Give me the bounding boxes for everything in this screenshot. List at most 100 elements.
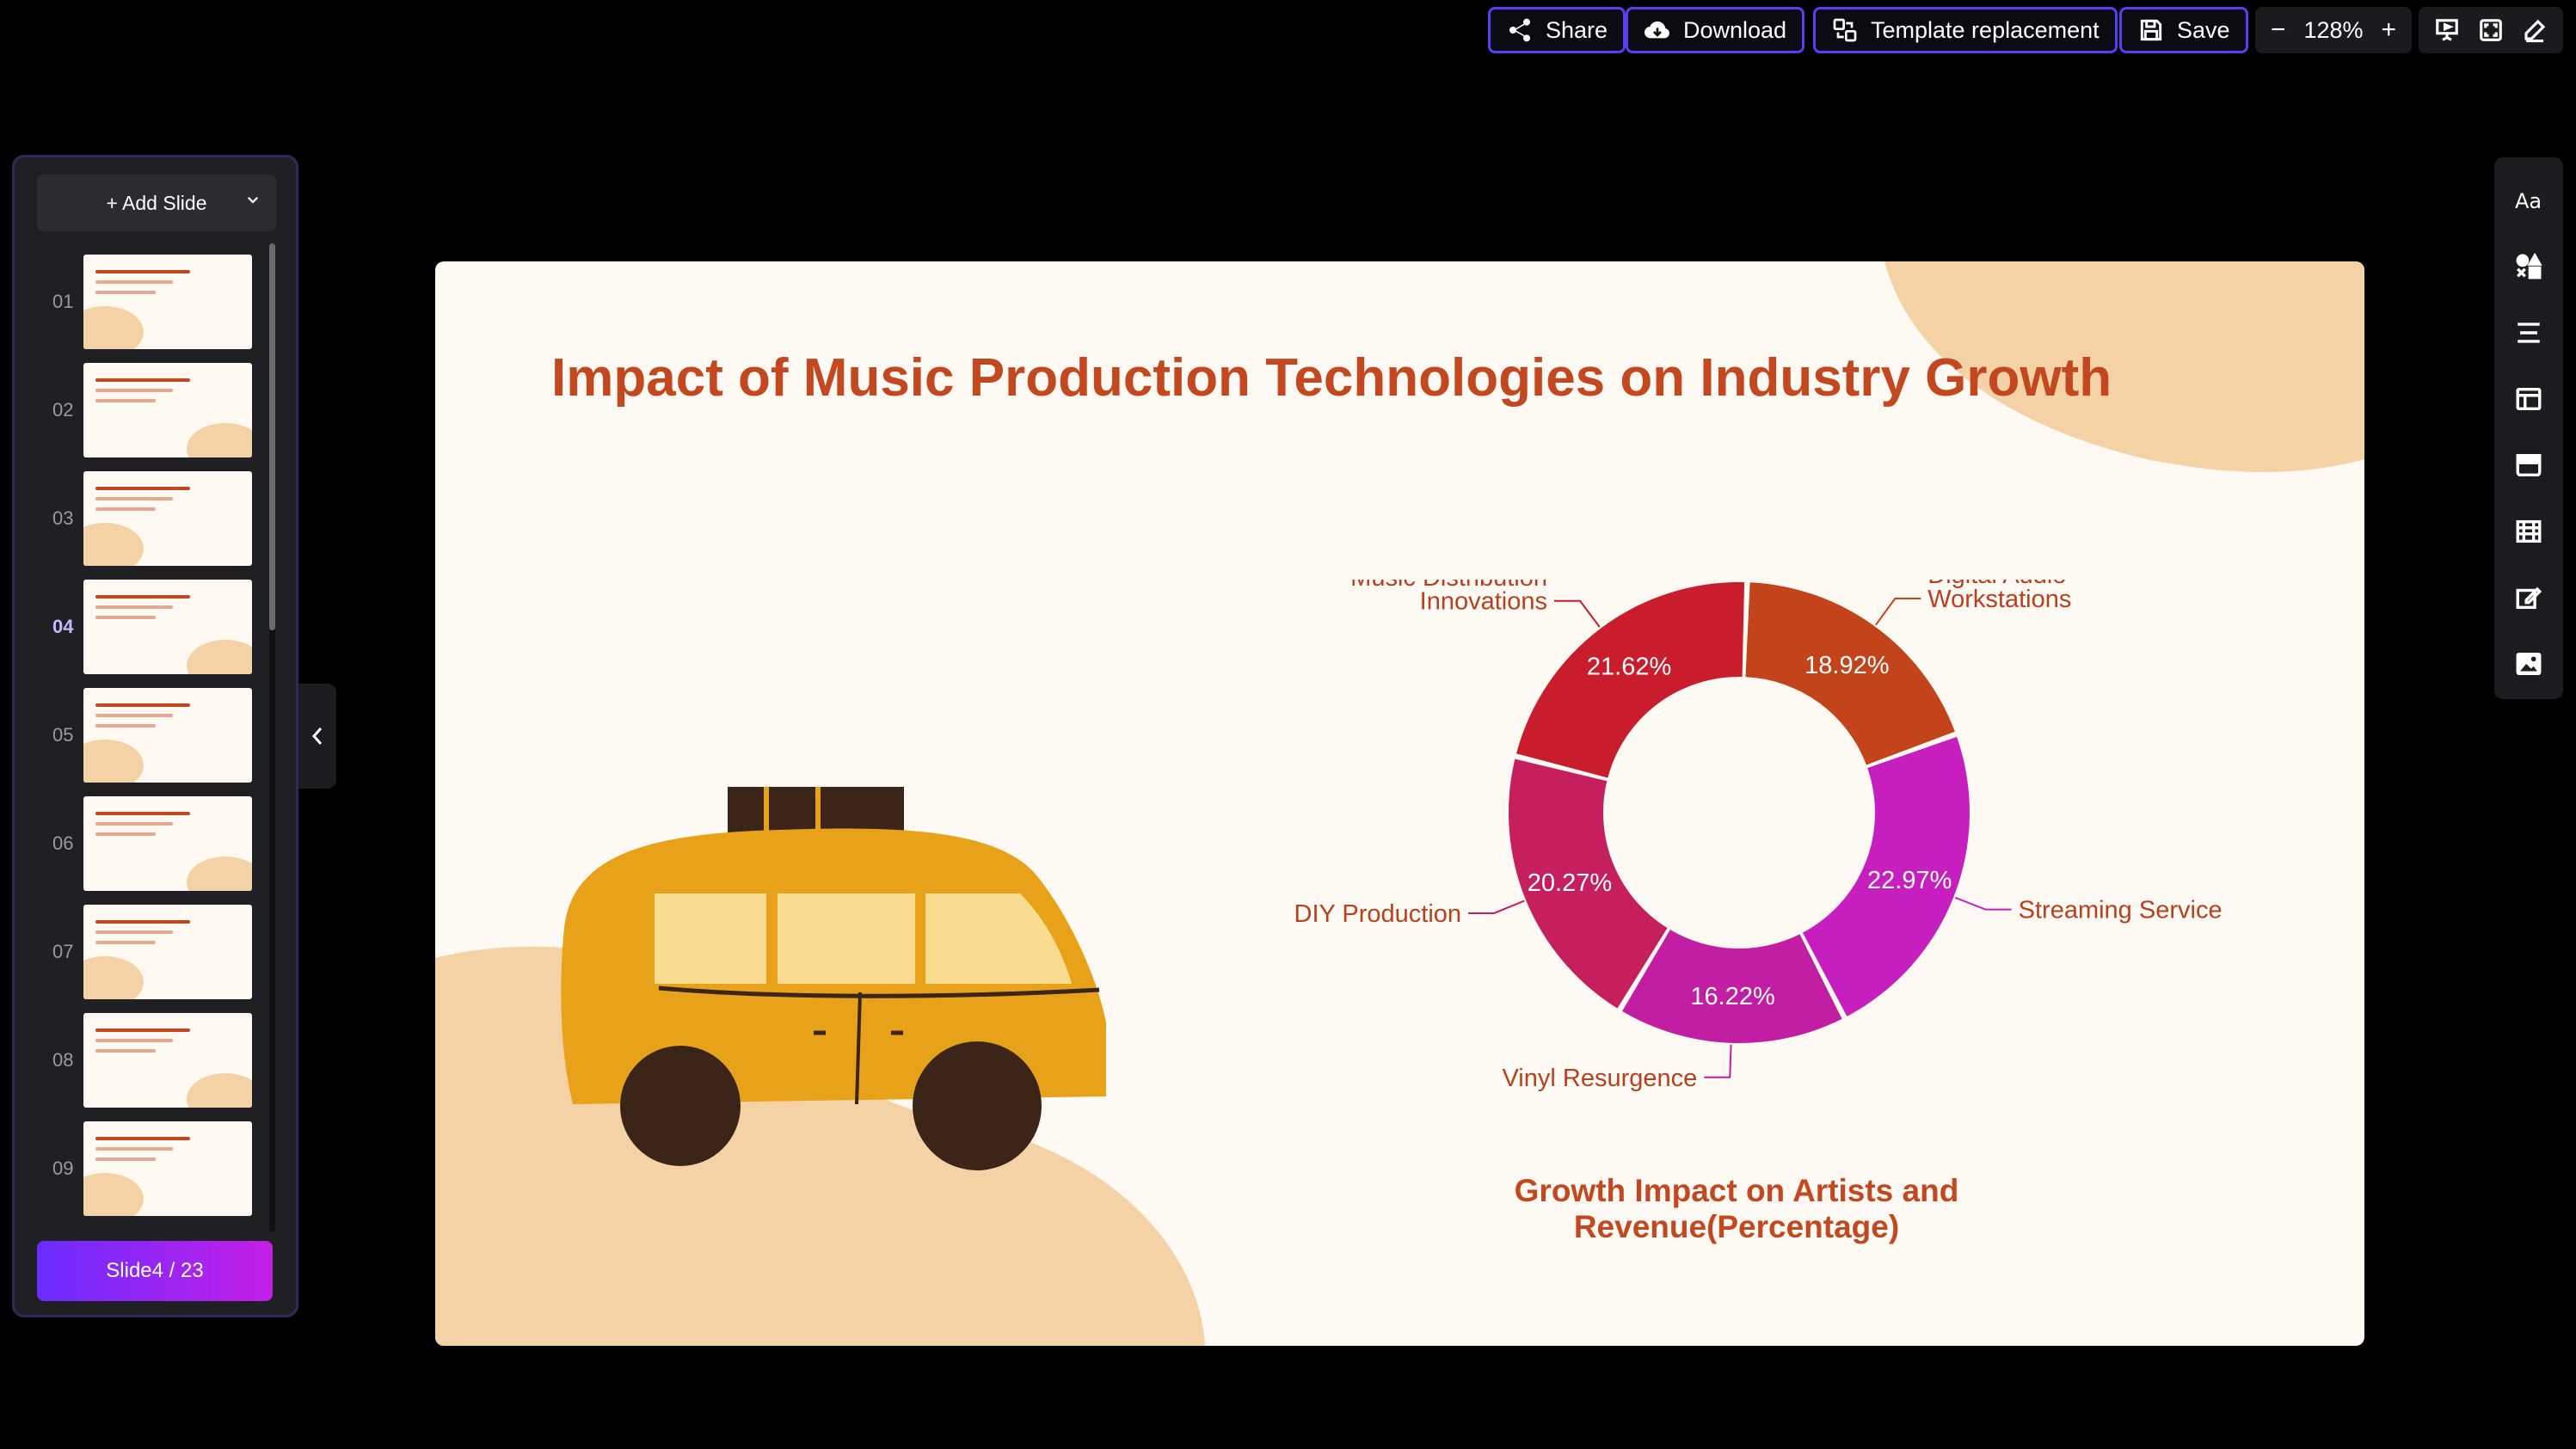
fullscreen-icon[interactable] bbox=[2478, 17, 2504, 43]
template-replacement-button[interactable]: Template replacement bbox=[1813, 7, 2118, 53]
donut-leader-line bbox=[1704, 1044, 1732, 1078]
svg-text:Aa: Aa bbox=[2515, 189, 2542, 213]
slide-thumbnail-number: 03 bbox=[52, 507, 74, 529]
slide-panel: + Add Slide 01 02 03 04 05 06 07 08 09 Slide4 / … bbox=[12, 155, 298, 1317]
tool-rail: Aa bbox=[2494, 157, 2563, 699]
edit-tool[interactable] bbox=[2511, 580, 2546, 615]
thumbnail-blob bbox=[83, 523, 144, 566]
thumbnail-blob bbox=[83, 956, 144, 999]
slide-thumbnail[interactable]: 09 bbox=[15, 1121, 273, 1218]
donut-category-label: Workstations bbox=[1927, 586, 2071, 613]
card-tool[interactable] bbox=[2511, 448, 2546, 482]
thumbnail-text-line bbox=[95, 822, 173, 826]
thumbnail-text-line bbox=[95, 832, 156, 836]
save-button[interactable]: Save bbox=[2119, 7, 2248, 53]
slide-thumbnail[interactable]: 04 bbox=[15, 580, 273, 676]
slide-thumbnail[interactable]: 02 bbox=[15, 363, 273, 459]
save-icon bbox=[2140, 19, 2162, 41]
cloud-download-icon bbox=[1644, 21, 1669, 39]
slide-thumbnail-number: 01 bbox=[52, 291, 74, 312]
slide-title[interactable]: Impact of Music Production Technologies … bbox=[551, 347, 2112, 408]
thumbnail-blob bbox=[83, 306, 144, 349]
thumbnail-text-line bbox=[95, 280, 173, 284]
slide-thumbnail[interactable]: 03 bbox=[15, 471, 273, 568]
present-icon[interactable] bbox=[2434, 17, 2460, 43]
download-button[interactable]: Download bbox=[1626, 7, 1805, 53]
donut-category-label: DIY Production bbox=[1294, 900, 1462, 928]
image-icon bbox=[2516, 652, 2542, 676]
donut-leader-line bbox=[1468, 899, 1525, 914]
share-button[interactable]: Share bbox=[1488, 7, 1626, 53]
donut-value-label: 16.22% bbox=[1690, 983, 1774, 1010]
thumbnail-blob bbox=[187, 1073, 252, 1108]
zoom-control: − 128% + bbox=[2255, 7, 2412, 53]
zoom-out-button[interactable]: − bbox=[2271, 15, 2286, 45]
thumbnail-text-line bbox=[95, 270, 190, 273]
card-icon bbox=[2516, 453, 2542, 477]
add-slide-button[interactable]: + Add Slide bbox=[37, 175, 276, 231]
template-replacement-label: Template replacement bbox=[1871, 16, 2100, 43]
slide-thumbnail[interactable]: 07 bbox=[15, 905, 273, 1001]
thumbnail-blob bbox=[83, 1173, 144, 1216]
slide-thumbnail-preview[interactable] bbox=[83, 688, 252, 783]
slide-thumbnail-preview[interactable] bbox=[83, 255, 252, 349]
slide-thumbnail-preview[interactable] bbox=[83, 363, 252, 457]
slide-thumbnail-number: 07 bbox=[52, 941, 74, 962]
template-icon bbox=[1833, 18, 1857, 42]
layout-tool[interactable] bbox=[2511, 382, 2546, 416]
chart-caption[interactable]: Growth Impact on Artists and Revenue(Per… bbox=[1362, 1173, 2111, 1245]
thumbnail-text-line bbox=[95, 605, 173, 609]
thumbnail-text-line bbox=[95, 389, 173, 392]
thumbnail-blob bbox=[187, 640, 252, 674]
shapes-tool[interactable] bbox=[2511, 249, 2546, 284]
slide-thumbnail[interactable]: 05 bbox=[15, 688, 273, 784]
shapes-icon bbox=[2516, 252, 2542, 279]
zoom-level: 128% bbox=[2303, 16, 2364, 43]
thumbnail-text-line bbox=[95, 920, 190, 924]
thumbnail-text-line bbox=[95, 595, 190, 599]
thumbnail-text-line bbox=[95, 941, 156, 944]
slide-canvas[interactable]: Impact of Music Production Technologies … bbox=[435, 261, 2364, 1346]
share-icon bbox=[1509, 18, 1530, 42]
text-style-tool[interactable]: Aa bbox=[2511, 183, 2546, 218]
slide-thumbnail[interactable]: 06 bbox=[15, 796, 273, 893]
thumbnail-text-line bbox=[95, 714, 173, 717]
save-label: Save bbox=[2177, 16, 2230, 43]
chevron-down-icon[interactable] bbox=[245, 192, 261, 207]
slide-thumbnail-number: 08 bbox=[52, 1049, 74, 1071]
thumbnail-blob bbox=[83, 740, 144, 783]
image-tool[interactable] bbox=[2511, 647, 2546, 681]
thumbnail-text-line bbox=[95, 930, 173, 934]
add-slide-label: + Add Slide bbox=[106, 191, 207, 214]
donut-category-label: Vinyl Resurgence bbox=[1502, 1065, 1697, 1092]
collapse-panel-button[interactable] bbox=[298, 684, 336, 789]
slide-thumbnail-preview[interactable] bbox=[83, 471, 252, 566]
thumbnail-text-line bbox=[95, 399, 156, 402]
thumbnail-blob bbox=[187, 857, 252, 891]
slide-thumbnail-preview[interactable] bbox=[83, 905, 252, 999]
slide-thumbnail-preview[interactable] bbox=[83, 1121, 252, 1216]
scrollbar-thumb[interactable] bbox=[269, 243, 275, 630]
donut-category-label: Innovations bbox=[1420, 588, 1547, 616]
align-tool[interactable] bbox=[2511, 316, 2546, 350]
slide-thumbnail-preview[interactable] bbox=[83, 796, 252, 891]
thumbnail-text-line bbox=[95, 812, 190, 815]
slide-thumbnail-number: 02 bbox=[52, 399, 74, 421]
slide-thumbnail-number: 05 bbox=[52, 724, 74, 746]
chevron-left-icon bbox=[311, 728, 323, 745]
pen-icon[interactable] bbox=[2522, 17, 2548, 43]
donut-leader-line bbox=[1875, 597, 1921, 626]
donut-chart[interactable]: 18.92%Digital AudioWorkstations22.97%Str… bbox=[1235, 580, 2353, 1199]
table-tool[interactable] bbox=[2511, 514, 2546, 549]
slide-thumbnail[interactable]: 08 bbox=[15, 1013, 273, 1109]
zoom-in-button[interactable]: + bbox=[2381, 15, 2396, 45]
slide-thumbnail-number: 04 bbox=[52, 616, 74, 637]
slide-thumbnail-preview[interactable] bbox=[83, 580, 252, 674]
car-rear-wheel bbox=[913, 1041, 1042, 1170]
thumbnail-scrollbar[interactable] bbox=[269, 243, 275, 1232]
slide-thumbnail-preview[interactable] bbox=[83, 1013, 252, 1108]
view-controls bbox=[2419, 7, 2563, 53]
slide-thumbnail[interactable]: 01 bbox=[15, 255, 273, 351]
thumbnail-text-line bbox=[95, 1028, 190, 1032]
thumbnail-text-line bbox=[95, 1039, 173, 1042]
